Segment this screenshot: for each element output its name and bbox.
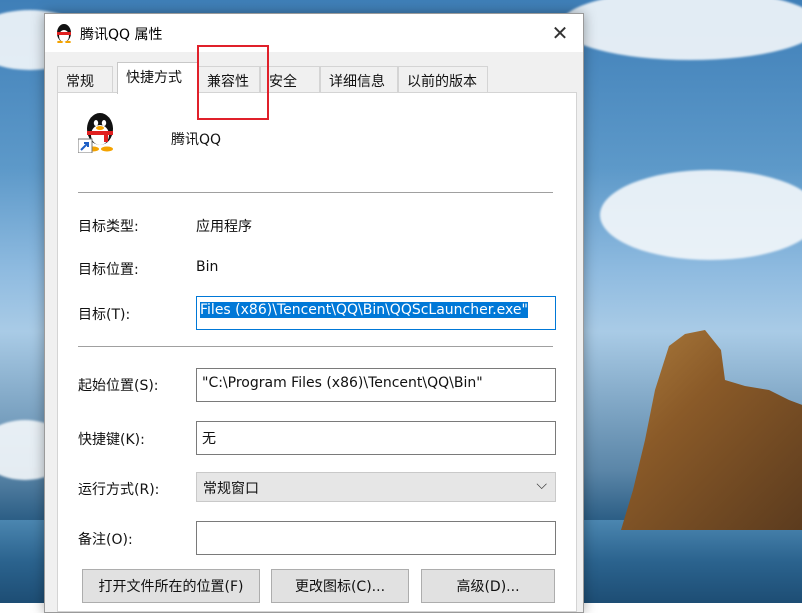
target-type-label: 目标类型:	[78, 219, 139, 235]
target-location-label: 目标位置:	[78, 262, 139, 278]
rock-formation	[621, 330, 802, 530]
close-button[interactable]: ✕	[537, 14, 583, 52]
comment-label: 备注(O):	[78, 532, 133, 548]
start-in-label: 起始位置(S):	[78, 378, 159, 394]
target-input-text: Files (x86)\Tencent\QQ\Bin\QQScLauncher.…	[200, 302, 528, 318]
properties-dialog: 腾讯QQ 属性 ✕ 常规 快捷方式 兼容性 安全 详细信息 以前的版本 腾讯QQ…	[44, 13, 584, 613]
shortcut-panel: 腾讯QQ 目标类型: 应用程序 目标位置: Bin 目标(T): Files (…	[57, 92, 577, 612]
target-type-value: 应用程序	[196, 219, 252, 235]
target-label: 目标(T):	[78, 307, 131, 323]
chevron-down-icon: ⌵	[536, 477, 547, 493]
tab-general[interactable]: 常规	[57, 66, 113, 92]
open-file-location-button[interactable]: 打开文件所在的位置(F)	[82, 569, 260, 603]
comment-input[interactable]	[196, 521, 556, 555]
qq-penguin-icon	[77, 111, 118, 154]
run-select[interactable]: 常规窗口 ⌵	[196, 472, 556, 502]
run-select-value: 常规窗口	[203, 481, 259, 497]
tab-previous-versions[interactable]: 以前的版本	[398, 66, 488, 92]
hotkey-label: 快捷键(K):	[78, 432, 145, 448]
target-input[interactable]: Files (x86)\Tencent\QQ\Bin\QQScLauncher.…	[196, 296, 556, 330]
tab-details[interactable]: 详细信息	[320, 66, 398, 92]
qq-penguin-icon	[55, 23, 73, 44]
window-title: 腾讯QQ 属性	[80, 27, 163, 43]
app-name: 腾讯QQ	[171, 132, 222, 148]
run-label: 运行方式(R):	[78, 482, 160, 498]
hotkey-input[interactable]: 无	[196, 421, 556, 455]
title-bar[interactable]: 腾讯QQ 属性 ✕	[45, 14, 583, 52]
advanced-button[interactable]: 高级(D)...	[421, 569, 555, 603]
divider	[78, 346, 553, 347]
tab-strip: 常规 快捷方式 兼容性 安全 详细信息 以前的版本	[57, 62, 577, 94]
change-icon-button[interactable]: 更改图标(C)...	[271, 569, 409, 603]
start-in-input[interactable]: "C:\Program Files (x86)\Tencent\QQ\Bin"	[196, 368, 556, 402]
highlight-box	[197, 45, 269, 120]
target-location-value: Bin	[196, 259, 219, 275]
tab-shortcut[interactable]: 快捷方式	[117, 62, 199, 94]
tab-security[interactable]: 安全	[260, 66, 320, 92]
divider	[78, 192, 553, 193]
